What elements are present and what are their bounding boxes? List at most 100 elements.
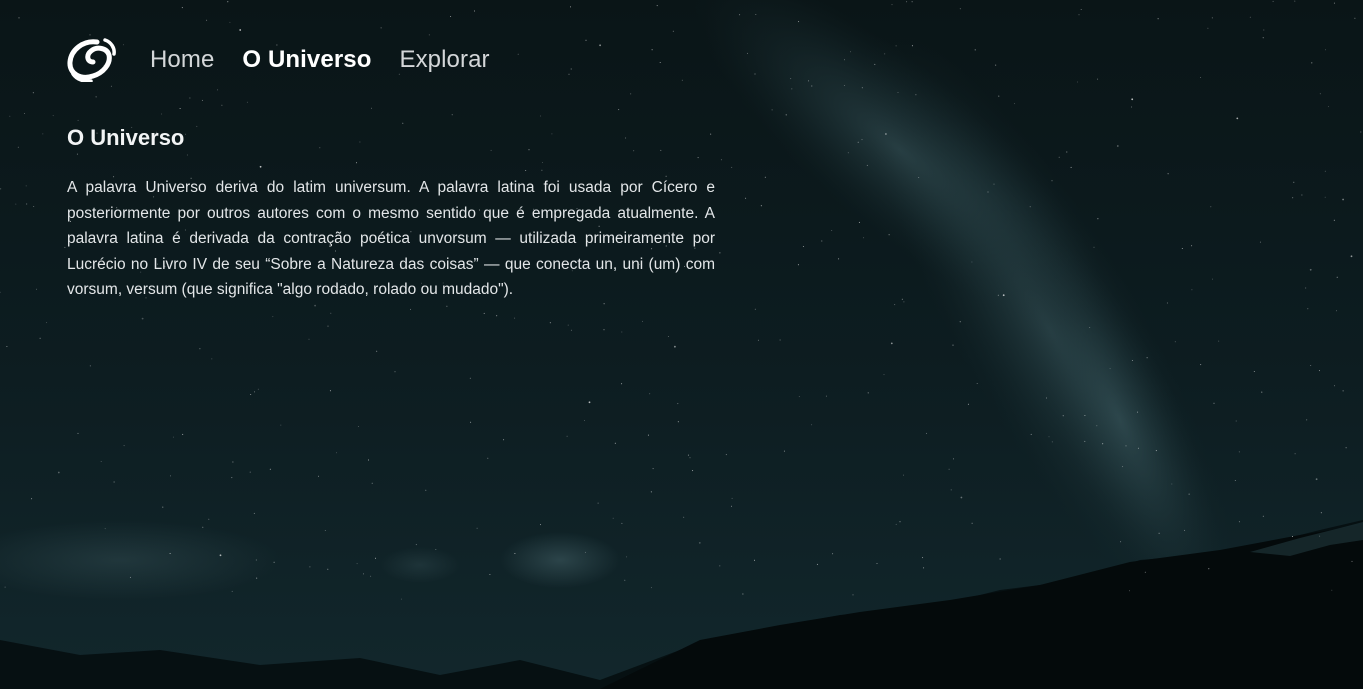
star — [603, 329, 605, 331]
star — [1014, 103, 1015, 105]
star — [1336, 276, 1338, 278]
star — [1184, 529, 1186, 531]
star — [1253, 371, 1255, 372]
star — [89, 34, 91, 36]
star — [874, 63, 876, 65]
star — [621, 522, 623, 524]
star — [1210, 206, 1212, 208]
star — [1262, 37, 1264, 39]
star — [911, 45, 913, 47]
star — [911, 1, 913, 3]
star — [797, 264, 799, 266]
star — [1292, 197, 1294, 199]
star — [1236, 117, 1239, 120]
star — [1208, 568, 1210, 570]
star — [567, 324, 569, 326]
nav-item-o-universo[interactable]: O Universo — [242, 46, 371, 74]
star — [181, 7, 183, 9]
nav-item-home[interactable]: Home — [150, 46, 214, 74]
star — [630, 93, 632, 95]
star — [1259, 241, 1261, 243]
star — [487, 457, 489, 459]
nav-item-explorar[interactable]: Explorar — [399, 46, 489, 74]
star — [514, 317, 516, 319]
star — [1188, 493, 1190, 495]
star — [1131, 360, 1133, 361]
star — [884, 53, 886, 55]
star — [1077, 81, 1078, 83]
star — [470, 421, 472, 423]
star — [15, 203, 17, 205]
star — [798, 396, 800, 398]
star — [1051, 180, 1053, 182]
star — [745, 197, 747, 199]
star — [375, 557, 376, 559]
star — [764, 176, 766, 178]
star — [189, 97, 191, 99]
star — [1157, 18, 1159, 20]
star — [0, 188, 2, 190]
star — [1029, 206, 1031, 208]
star — [231, 590, 233, 592]
star — [876, 563, 878, 564]
star — [514, 553, 516, 554]
star — [922, 557, 924, 559]
star — [1342, 390, 1344, 392]
star — [888, 234, 890, 236]
star — [25, 185, 27, 187]
star — [1351, 560, 1353, 562]
star — [1102, 443, 1104, 445]
star — [1324, 170, 1326, 172]
star — [540, 524, 541, 526]
star — [201, 99, 203, 101]
star — [974, 49, 976, 51]
star — [899, 521, 901, 523]
star — [1096, 425, 1098, 427]
star — [1058, 156, 1060, 158]
star — [32, 92, 34, 94]
star — [858, 221, 860, 223]
star — [1318, 370, 1320, 372]
star — [162, 506, 164, 508]
star — [36, 288, 37, 290]
star — [402, 122, 404, 124]
star — [903, 301, 905, 303]
star — [895, 523, 897, 525]
star — [642, 320, 643, 322]
star — [179, 108, 181, 109]
star — [832, 553, 834, 555]
swirl-logo-icon[interactable] — [67, 38, 117, 83]
star — [329, 390, 331, 392]
star — [1084, 440, 1086, 442]
star — [816, 563, 818, 565]
star — [760, 205, 762, 207]
star — [1238, 451, 1240, 453]
star — [1249, 16, 1251, 18]
star — [1158, 532, 1160, 534]
star — [1131, 106, 1133, 108]
logo-svg — [67, 38, 116, 83]
star — [1046, 397, 1047, 399]
star — [219, 554, 222, 557]
star — [843, 85, 845, 86]
star — [692, 470, 694, 472]
star — [330, 312, 332, 314]
star — [1030, 433, 1032, 435]
star — [771, 109, 773, 111]
star — [742, 593, 744, 595]
star — [202, 526, 204, 528]
star — [1166, 302, 1168, 304]
star — [451, 114, 453, 116]
star — [1131, 98, 1134, 101]
star — [570, 329, 572, 331]
star — [681, 79, 683, 81]
star — [474, 10, 475, 12]
star — [1301, 194, 1303, 196]
star — [428, 34, 430, 36]
star — [667, 336, 669, 337]
star — [1144, 571, 1146, 573]
star — [483, 312, 485, 314]
star — [923, 567, 925, 569]
star — [57, 471, 60, 474]
star — [4, 586, 6, 588]
